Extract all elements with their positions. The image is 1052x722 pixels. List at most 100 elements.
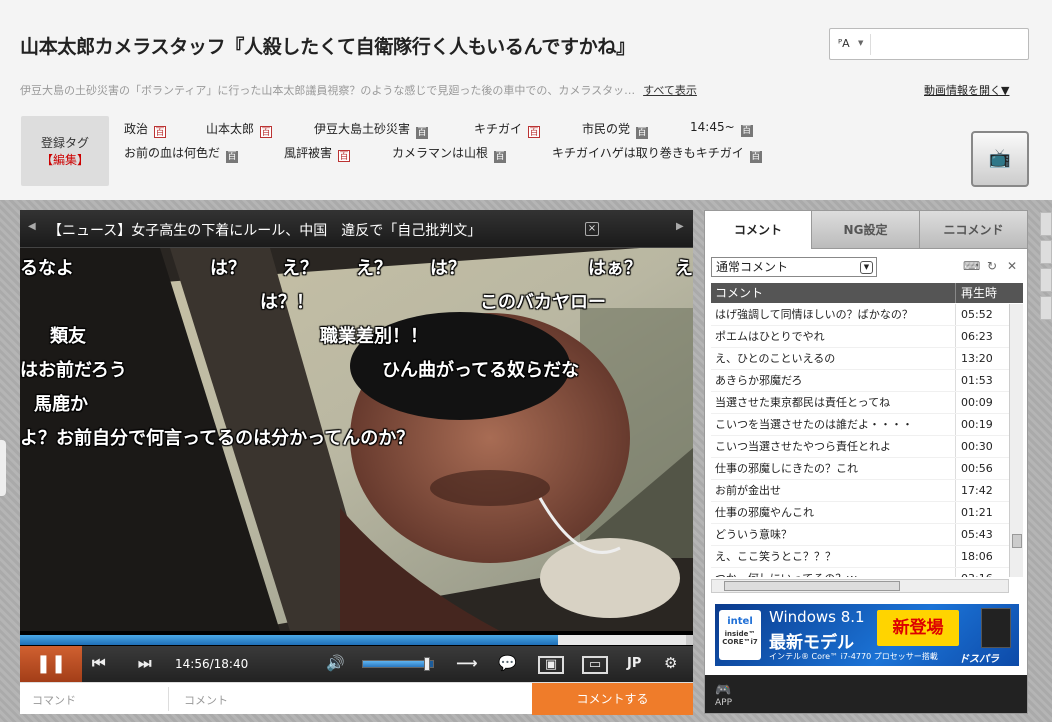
comment-row[interactable]: どういう意味？ 05:43 — [711, 524, 1009, 546]
search-box[interactable]: ᴾA ▼ — [829, 28, 1029, 60]
side-thumbnail[interactable] — [1040, 268, 1052, 292]
horizontal-scrollbar[interactable] — [711, 579, 1009, 593]
comment-text: 仕事の邪魔しにきたの？これ — [715, 462, 858, 475]
scrollbar-thumb[interactable] — [724, 581, 900, 591]
flowing-comment: え？ — [282, 258, 318, 279]
tag-item[interactable]: お前の血は何色だ百 — [124, 144, 239, 163]
comment-row[interactable]: こいつ当選させたやつら責任とれよ 00:30 — [711, 436, 1009, 458]
video-screen[interactable]: るなよ は？ え？ え？ は？ はぁ？ え は？！ このバカヤロー 類友 職業差… — [20, 248, 693, 631]
comment-row[interactable]: はげ強調して同情ほしいの？ばかなの？ 05:52 — [711, 304, 1009, 326]
volume-slider[interactable] — [362, 657, 434, 671]
comment-time: 01:21 — [961, 506, 993, 519]
right-edge-panel — [1040, 212, 1052, 352]
volume-knob[interactable] — [424, 657, 430, 671]
tab-nicommend[interactable]: ニコメンド — [920, 211, 1027, 249]
player-controls: ❚❚ ⏮ ⏭ 14:56/18:40 🔊 ⟶ 💬 ▣ ▭ JP ⚙ — [20, 646, 693, 682]
encyclopedia-icon[interactable]: 百 — [740, 125, 753, 137]
encyclopedia-icon[interactable]: 百 — [338, 150, 351, 162]
comment-row[interactable]: ポエムはひとりでやれ 06:23 — [711, 326, 1009, 348]
video-info-toggle[interactable]: 動画情報を開く▼ — [924, 82, 1009, 98]
gamepad-icon[interactable]: 🎮 — [715, 683, 732, 698]
tab-ng-settings[interactable]: NG設定 — [812, 211, 920, 249]
comment-input-bar: コマンド コメント コメントする — [20, 682, 693, 715]
tab-comment[interactable]: コメント — [705, 211, 812, 249]
comment-row[interactable]: え、ここ笑うとこ？？？ 18:06 — [711, 546, 1009, 568]
side-thumbnail[interactable] — [1040, 296, 1052, 320]
chevron-down-icon[interactable]: ▼ — [860, 261, 873, 274]
comment-row[interactable]: 仕事の邪魔やんこれ 01:21 — [711, 502, 1009, 524]
pause-button[interactable]: ❚❚ — [20, 646, 82, 682]
tag-item[interactable]: 市民の党百 — [582, 120, 649, 139]
comment-text: はげ強調して同情ほしいの？ばかなの？ — [715, 308, 913, 321]
comment-toggle-icon[interactable]: 💬 — [498, 654, 517, 672]
encyclopedia-icon[interactable]: 百 — [749, 151, 762, 163]
tag-item[interactable]: 14:45~ 百 — [690, 120, 753, 137]
volume-icon[interactable]: 🔊 — [326, 654, 345, 672]
tag-edit-box[interactable]: 登録タグ 【編集】 — [21, 116, 109, 186]
gear-icon[interactable]: ⚙ — [664, 654, 677, 672]
command-input[interactable]: コマンド — [32, 692, 76, 708]
tag-item[interactable]: キチガイハゲは取り巻きもキチガイ百 — [552, 144, 762, 163]
comment-time: 00:19 — [961, 418, 993, 431]
encyclopedia-icon[interactable]: 百 — [494, 151, 507, 163]
intel-logo: intel inside™ CORE™i7 — [719, 610, 761, 660]
advertisement-banner[interactable]: intel inside™ CORE™i7 Windows 8.1 最新モデル 新… — [715, 604, 1019, 666]
comment-time: 00:09 — [961, 396, 993, 409]
language-button[interactable]: JP — [627, 656, 641, 671]
prev-arrow-icon[interactable]: ◀ — [28, 221, 36, 232]
screen-size-icon[interactable]: ▣ — [538, 656, 564, 674]
comment-row[interactable]: 当選させた東京都民は責任とってね 00:09 — [711, 392, 1009, 414]
seek-bar[interactable] — [20, 635, 693, 645]
comment-row[interactable]: あきらか邪魔だろ 01:53 — [711, 370, 1009, 392]
flowing-comment: は？ — [430, 258, 466, 279]
encyclopedia-icon[interactable]: 百 — [154, 126, 167, 138]
tag-edit-link[interactable]: 【編集】 — [21, 151, 109, 168]
refresh-icon[interactable]: ↻ — [987, 259, 997, 273]
now-playing-title[interactable]: 【ニュース】女子高生の下着にルール、中国 違反で「自己批判文」 — [48, 220, 481, 240]
comment-text: こいつを当選させたのは誰だよ・・・・ — [715, 418, 913, 431]
skip-forward-icon[interactable]: ⏭ — [138, 654, 152, 672]
tag-item[interactable]: 山本太郎百 — [206, 120, 273, 138]
buffer-bar — [558, 635, 686, 645]
search-icon[interactable]: ᴾA — [838, 37, 850, 50]
skip-back-icon[interactable]: ⏮ — [92, 654, 106, 672]
tag-item[interactable]: キチガイ百 — [474, 120, 541, 138]
app-button[interactable]: 🎮 APP — [715, 683, 732, 708]
show-all-link[interactable]: すべて表示 — [643, 84, 697, 97]
column-comment[interactable]: コメント — [715, 283, 763, 303]
side-thumbnail[interactable] — [1040, 240, 1052, 264]
column-time[interactable]: 再生時 — [961, 283, 997, 303]
encyclopedia-icon[interactable]: 百 — [636, 127, 649, 139]
comment-row[interactable]: え、ひとのこといえるの 13:20 — [711, 348, 1009, 370]
fullscreen-icon[interactable]: ▭ — [582, 656, 608, 674]
tag-item[interactable]: 政治百 — [124, 120, 167, 138]
side-thumbnail[interactable] — [1040, 212, 1052, 236]
flowing-comment: るなよ — [20, 258, 74, 279]
comment-type-select[interactable]: 通常コメント ▼ — [711, 257, 877, 277]
comment-row[interactable]: 仕事の邪魔しにきたの？これ 00:56 — [711, 458, 1009, 480]
next-arrow-icon[interactable]: ▶ — [676, 221, 684, 232]
left-edge-tab[interactable] — [0, 440, 6, 496]
comment-input[interactable]: コメント — [184, 692, 228, 708]
comment-row[interactable]: お前が金出せ 17:42 — [711, 480, 1009, 502]
tag-item[interactable]: 伊豆大島土砂災害百 — [314, 120, 429, 139]
header-divider — [955, 283, 956, 303]
encyclopedia-icon[interactable]: 百 — [416, 127, 429, 139]
comment-row[interactable]: つか、何しにいってるの？ｗ 03:16 — [711, 568, 1009, 577]
vertical-scrollbar[interactable] — [1009, 304, 1023, 577]
submit-comment-button[interactable]: コメントする — [532, 683, 693, 715]
flowing-comment: え？ — [356, 258, 392, 279]
close-icon[interactable]: × — [585, 222, 599, 236]
scrollbar-thumb[interactable] — [1012, 534, 1022, 548]
comment-row[interactable]: こいつを当選させたのは誰だよ・・・・ 00:19 — [711, 414, 1009, 436]
loop-arrow-icon[interactable]: ⟶ — [456, 654, 478, 672]
tag-item[interactable]: 風評被害百 — [284, 144, 351, 162]
encyclopedia-icon[interactable]: 百 — [226, 151, 239, 163]
close-icon[interactable]: ✕ — [1007, 259, 1017, 273]
chevron-down-icon[interactable]: ▼ — [858, 39, 863, 47]
tv-button[interactable]: 📺 — [971, 131, 1029, 187]
encyclopedia-icon[interactable]: 百 — [528, 126, 541, 138]
keyboard-icon[interactable]: ⌨ — [963, 259, 980, 273]
tag-item[interactable]: カメラマンは山根百 — [392, 144, 507, 163]
encyclopedia-icon[interactable]: 百 — [260, 126, 273, 138]
